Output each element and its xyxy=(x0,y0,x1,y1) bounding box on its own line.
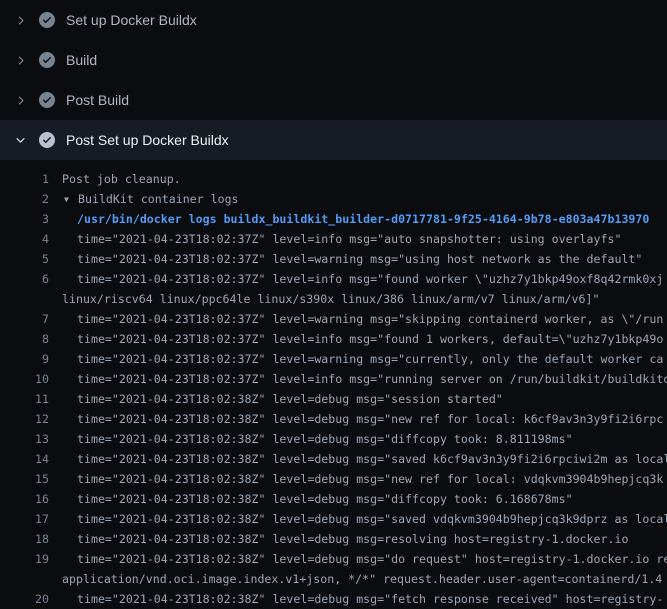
line-number[interactable]: 7 xyxy=(0,309,49,329)
step-row-build[interactable]: Build xyxy=(0,40,667,80)
step-label: Post Build xyxy=(66,92,129,108)
line-number[interactable]: 16 xyxy=(0,489,49,509)
log-line: 18 ▼time="2021-04-23T18:02:38Z" level=de… xyxy=(0,529,667,549)
line-number xyxy=(0,289,49,309)
line-number[interactable]: 10 xyxy=(0,369,49,389)
log-line-text: ▼application/vnd.oci.image.index.v1+json… xyxy=(49,569,662,589)
log-line-text: ▼time="2021-04-23T18:02:37Z" level=info … xyxy=(49,229,621,249)
check-circle-icon xyxy=(39,52,55,68)
log-line-text: ▼time="2021-04-23T18:02:38Z" level=debug… xyxy=(49,469,663,489)
step-list: Set up Docker Buildx Build Post Build xyxy=(0,0,667,160)
line-number[interactable]: 3 xyxy=(0,209,49,229)
log-line-text: ▼time="2021-04-23T18:02:38Z" level=debug… xyxy=(49,589,663,609)
log-line-text: ▼time="2021-04-23T18:02:38Z" level=debug… xyxy=(49,429,573,449)
log-viewer: 1 ▼Post job cleanup. 2 ▼BuildKit contain… xyxy=(0,160,667,609)
log-line-text: ▼time="2021-04-23T18:02:37Z" level=warni… xyxy=(49,309,663,329)
chevron-right-icon[interactable] xyxy=(12,52,28,68)
log-line-text: ▼time="2021-04-23T18:02:38Z" level=debug… xyxy=(49,449,667,469)
log-line: 17 ▼time="2021-04-23T18:02:38Z" level=de… xyxy=(0,509,667,529)
log-line-text: ▼time="2021-04-23T18:02:37Z" level=info … xyxy=(49,369,667,389)
line-number[interactable]: 5 xyxy=(0,249,49,269)
line-number[interactable]: 13 xyxy=(0,429,49,449)
chevron-down-icon[interactable] xyxy=(12,132,28,148)
log-line: 4 ▼time="2021-04-23T18:02:37Z" level=inf… xyxy=(0,229,667,249)
log-line-text: ▼time="2021-04-23T18:02:38Z" level=debug… xyxy=(49,489,573,509)
log-line-text: ▼linux/riscv64 linux/ppc64le linux/s390x… xyxy=(49,289,599,309)
log-line: 8 ▼time="2021-04-23T18:02:37Z" level=inf… xyxy=(0,329,667,349)
collapse-triangle-icon[interactable]: ▼ xyxy=(62,190,78,210)
step-label: Post Set up Docker Buildx xyxy=(66,132,229,148)
check-circle-icon xyxy=(39,12,55,28)
log-line-text[interactable]: ▼BuildKit container logs xyxy=(49,189,239,209)
log-line-text: ▼time="2021-04-23T18:02:38Z" level=debug… xyxy=(49,529,628,549)
step-row-post-set-up-docker-buildx[interactable]: Post Set up Docker Buildx xyxy=(0,120,667,160)
log-line-text: ▼time="2021-04-23T18:02:37Z" level=info … xyxy=(49,269,663,289)
step-row-post-build[interactable]: Post Build xyxy=(0,80,667,120)
log-line: 12 ▼time="2021-04-23T18:02:38Z" level=de… xyxy=(0,409,667,429)
log-line-text: ▼time="2021-04-23T18:02:38Z" level=debug… xyxy=(49,389,503,409)
line-number xyxy=(0,569,49,589)
line-number[interactable]: 17 xyxy=(0,509,49,529)
log-line: 14 ▼time="2021-04-23T18:02:38Z" level=de… xyxy=(0,449,667,469)
log-line: 9 ▼time="2021-04-23T18:02:37Z" level=war… xyxy=(0,349,667,369)
log-line-text: ▼Post job cleanup. xyxy=(49,169,181,189)
line-number[interactable]: 6 xyxy=(0,269,49,289)
log-line: 20 ▼time="2021-04-23T18:02:38Z" level=de… xyxy=(0,589,667,609)
log-line: 6 ▼time="2021-04-23T18:02:37Z" level=inf… xyxy=(0,269,667,289)
chevron-right-icon[interactable] xyxy=(12,92,28,108)
line-number[interactable]: 11 xyxy=(0,389,49,409)
log-line-text: ▼time="2021-04-23T18:02:37Z" level=warni… xyxy=(49,249,642,269)
step-label: Build xyxy=(66,52,97,68)
log-group-toggle: 2 ▼BuildKit container logs xyxy=(0,189,667,209)
log-line: 7 ▼time="2021-04-23T18:02:37Z" level=war… xyxy=(0,309,667,329)
log-line: 1 ▼Post job cleanup. xyxy=(0,169,667,189)
chevron-right-icon[interactable] xyxy=(12,12,28,28)
log-line: 11 ▼time="2021-04-23T18:02:38Z" level=de… xyxy=(0,389,667,409)
log-line: 5 ▼time="2021-04-23T18:02:37Z" level=war… xyxy=(0,249,667,269)
line-number[interactable]: 18 xyxy=(0,529,49,549)
log-line: ▼linux/riscv64 linux/ppc64le linux/s390x… xyxy=(0,289,667,309)
log-line: 16 ▼time="2021-04-23T18:02:38Z" level=de… xyxy=(0,489,667,509)
line-number[interactable]: 19 xyxy=(0,549,49,569)
log-line-text: ▼time="2021-04-23T18:02:38Z" level=debug… xyxy=(49,549,667,569)
line-number[interactable]: 15 xyxy=(0,469,49,489)
log-line: 19 ▼time="2021-04-23T18:02:38Z" level=de… xyxy=(0,549,667,569)
line-number[interactable]: 2 xyxy=(0,189,49,209)
line-number[interactable]: 14 xyxy=(0,449,49,469)
line-number[interactable]: 9 xyxy=(0,349,49,369)
log-line: 13 ▼time="2021-04-23T18:02:38Z" level=de… xyxy=(0,429,667,449)
log-line: ▼application/vnd.oci.image.index.v1+json… xyxy=(0,569,667,589)
log-line-text: ▼time="2021-04-23T18:02:37Z" level=warni… xyxy=(49,349,663,369)
log-line-text: ▼time="2021-04-23T18:02:38Z" level=debug… xyxy=(49,509,667,529)
check-circle-icon xyxy=(39,132,55,148)
step-label: Set up Docker Buildx xyxy=(66,12,197,28)
log-line-text: ▼/usr/bin/docker logs buildx_buildkit_bu… xyxy=(49,209,649,229)
line-number[interactable]: 8 xyxy=(0,329,49,349)
log-command-line: 3 ▼/usr/bin/docker logs buildx_buildkit_… xyxy=(0,209,667,229)
step-row-set-up-docker-buildx[interactable]: Set up Docker Buildx xyxy=(0,0,667,40)
line-number[interactable]: 4 xyxy=(0,229,49,249)
log-line-text: ▼time="2021-04-23T18:02:38Z" level=debug… xyxy=(49,409,663,429)
line-number[interactable]: 12 xyxy=(0,409,49,429)
line-number[interactable]: 1 xyxy=(0,169,49,189)
line-number[interactable]: 20 xyxy=(0,589,49,609)
check-circle-icon xyxy=(39,92,55,108)
log-line: 15 ▼time="2021-04-23T18:02:38Z" level=de… xyxy=(0,469,667,489)
log-line: 10 ▼time="2021-04-23T18:02:37Z" level=in… xyxy=(0,369,667,389)
log-line-text: ▼time="2021-04-23T18:02:37Z" level=info … xyxy=(49,329,663,349)
